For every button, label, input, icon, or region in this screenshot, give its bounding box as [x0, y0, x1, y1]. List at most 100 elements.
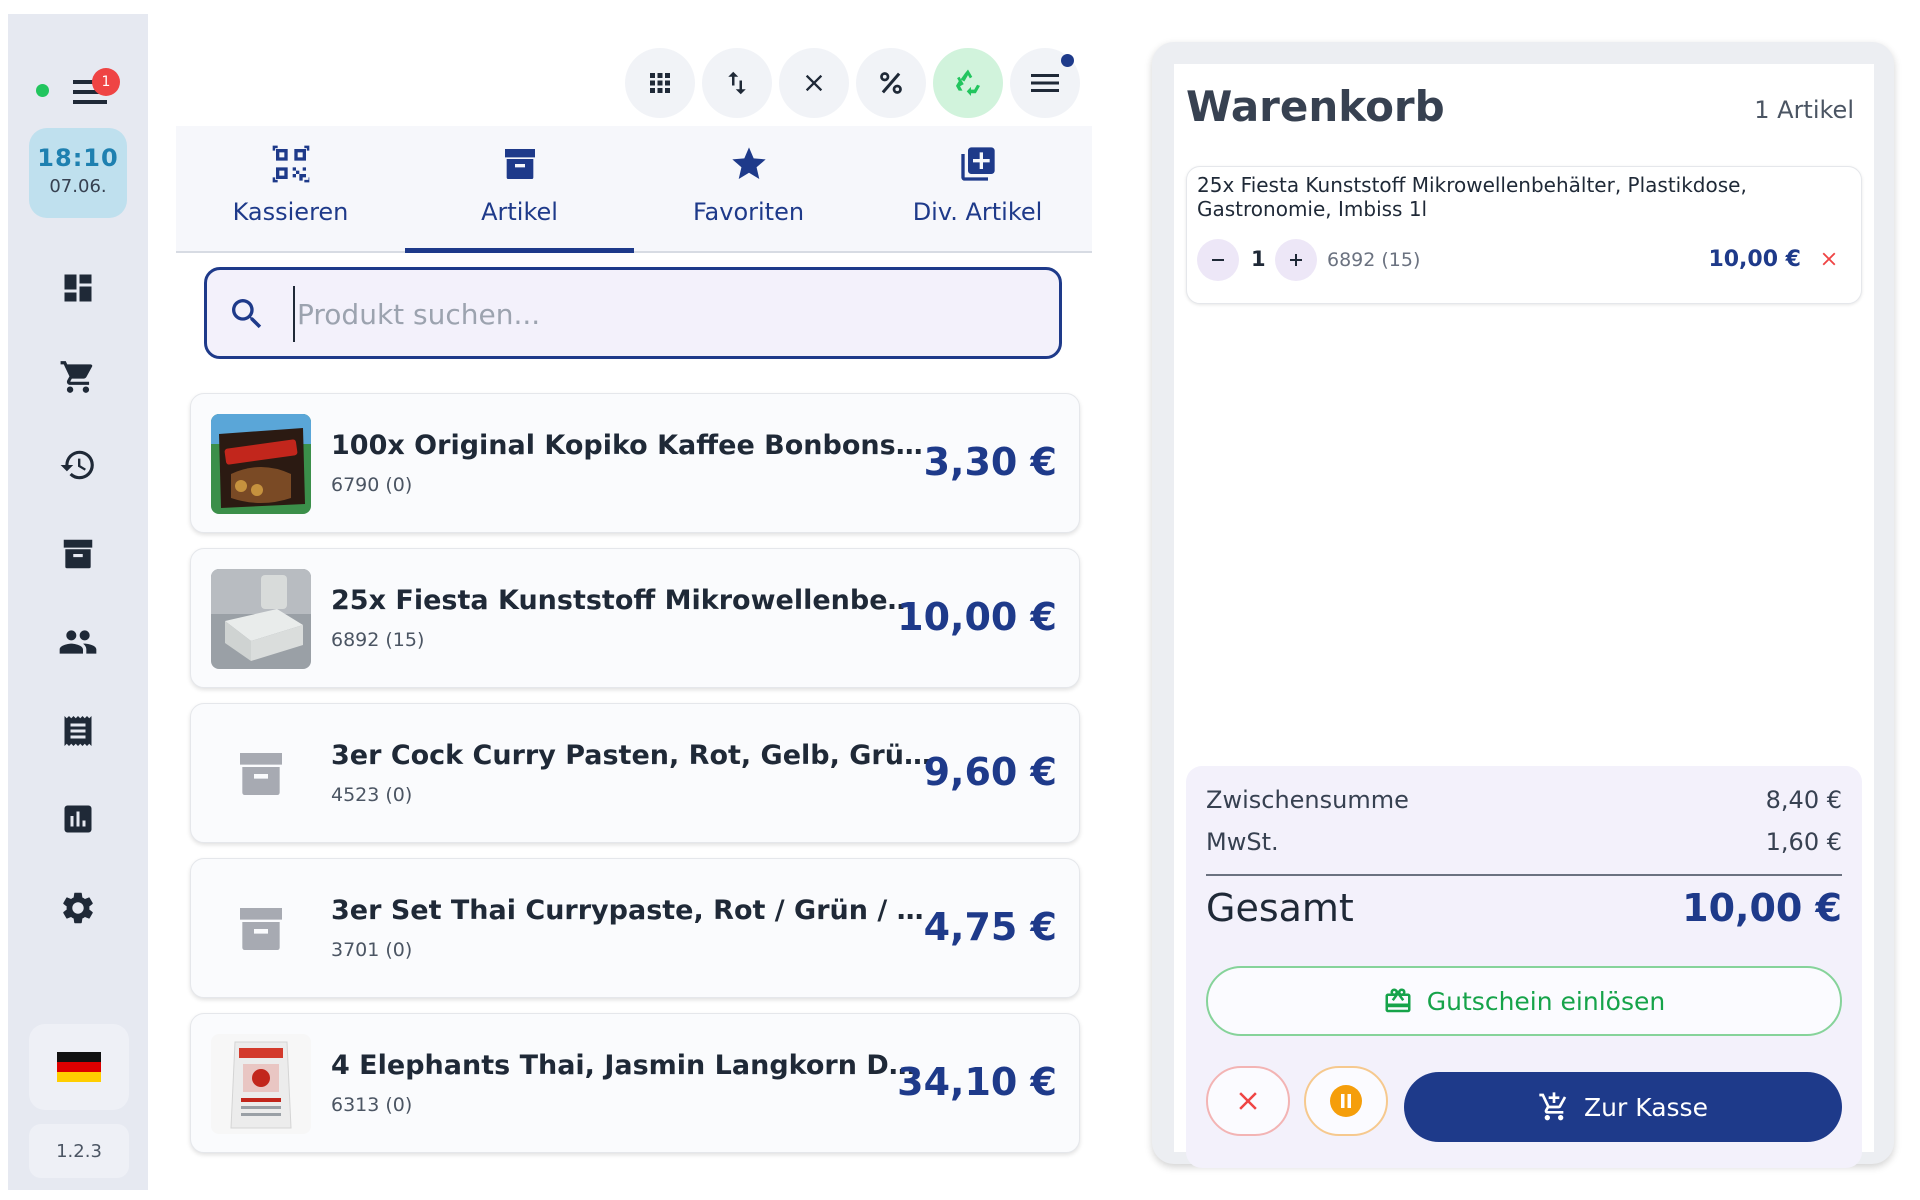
rice-bag-image [211, 1034, 311, 1134]
product-sku-stock: 6892 (15) [331, 629, 425, 651]
search-input[interactable] [293, 286, 1039, 342]
grid-view-button[interactable] [625, 48, 695, 118]
people-icon [59, 630, 97, 654]
cancel-sale-button[interactable] [1206, 1066, 1290, 1136]
product-item[interactable]: 100x Original Kopiko Kaffee Bonbons, Kaf… [190, 393, 1080, 533]
search-icon [232, 299, 262, 329]
cart-content: Warenkorb 1 Artikel 25x Fiesta Kunststof… [1174, 64, 1874, 1168]
sidebar: 1 18:10 07.06. 1.2.3 [8, 14, 148, 1190]
deposit-button[interactable] [933, 48, 1003, 118]
product-thumbnail-container [211, 569, 311, 669]
product-name: 4 Elephants Thai, Jasmin Langkorn Duftre… [331, 1050, 931, 1081]
product-name: 100x Original Kopiko Kaffee Bonbons, Kaf… [331, 430, 931, 461]
receipt-icon [64, 716, 92, 746]
cart-summary: Zwischensumme 8,40 € MwSt. 1,60 € Gesamt… [1186, 766, 1862, 1168]
tab-kassieren[interactable]: Kassieren [176, 126, 405, 251]
product-item[interactable]: 4 Elephants Thai, Jasmin Langkorn Duftre… [190, 1013, 1080, 1153]
recycle-icon [955, 69, 981, 97]
product-name: 3er Cock Curry Pasten, Rot, Gelb, Grün 3… [331, 740, 931, 771]
cart-line-item[interactable]: 25x Fiesta Kunststoff Mikrowellenbehälte… [1186, 166, 1862, 304]
shopping-cart-icon [60, 361, 93, 393]
language-selector[interactable] [29, 1024, 129, 1110]
plus-icon [1290, 254, 1302, 266]
tab-label: Kassieren [232, 198, 349, 226]
tab-label: Artikel [481, 198, 558, 226]
product-item[interactable]: 3er Cock Curry Pasten, Rot, Gelb, Grün 3… [190, 703, 1080, 843]
clock-time: 18:10 [37, 144, 119, 172]
tax-row: MwSt. 1,60 € [1206, 828, 1842, 856]
options-indicator-dot [1061, 54, 1074, 67]
sidebar-item-statistics[interactable] [43, 789, 113, 849]
sidebar-item-settings[interactable] [43, 878, 113, 938]
product-thumbnail-placeholder [211, 879, 311, 979]
cart-item-quantity: 1 [1251, 247, 1266, 271]
options-menu-button[interactable] [1010, 48, 1080, 118]
product-name: 25x Fiesta Kunststoff Mikrowellenbehälte… [331, 585, 931, 616]
product-sku-stock: 3701 (0) [331, 939, 413, 961]
product-price: 10,00 € [897, 595, 1057, 639]
grid-icon [650, 73, 670, 93]
sort-icon [728, 71, 746, 95]
kopiko-candy-image [211, 414, 311, 514]
online-status-dot [36, 84, 49, 97]
product-sku-stock: 4523 (0) [331, 784, 413, 806]
gift-card-icon [1385, 988, 1411, 1013]
cart-item-price: 10,00 € [1708, 247, 1801, 272]
archive-icon [504, 149, 535, 179]
cart-item-sku-stock: 6892 (15) [1327, 249, 1421, 271]
tax-label: MwSt. [1206, 828, 1279, 856]
sidebar-item-articles[interactable] [43, 524, 113, 584]
plastic-container-image [211, 569, 311, 669]
product-price: 3,30 € [923, 440, 1057, 484]
notification-badge: 1 [92, 68, 120, 96]
minus-icon [1212, 259, 1224, 261]
sidebar-item-customers[interactable] [43, 612, 113, 672]
checkout-button[interactable]: Zur Kasse [1404, 1072, 1842, 1142]
tab-artikel[interactable]: Artikel [405, 126, 634, 253]
product-sku-stock: 6790 (0) [331, 474, 413, 496]
cart-panel: Warenkorb 1 Artikel 25x Fiesta Kunststof… [1152, 42, 1894, 1168]
increase-quantity-button[interactable] [1275, 239, 1317, 281]
archive-icon [240, 908, 282, 950]
percent-icon [880, 72, 902, 94]
sidebar-item-history[interactable] [43, 435, 113, 495]
qr-code-icon [272, 145, 309, 183]
close-icon [805, 74, 823, 92]
product-price: 4,75 € [923, 905, 1057, 949]
product-thumbnail-placeholder [211, 724, 311, 824]
checkout-label: Zur Kasse [1584, 1092, 1708, 1122]
close-icon [1822, 252, 1836, 266]
close-icon [1239, 1092, 1257, 1110]
redeem-voucher-button[interactable]: Gutschein einlösen [1206, 966, 1842, 1036]
remove-item-button[interactable] [1815, 245, 1843, 273]
sidebar-item-dashboard[interactable] [43, 258, 113, 318]
tab-div-artikel[interactable]: Div. Artikel [863, 126, 1092, 251]
product-name: 3er Set Thai Currypaste, Rot / Grün / Ge… [331, 895, 931, 926]
product-item[interactable]: 3er Set Thai Currypaste, Rot / Grün / Ge… [190, 858, 1080, 998]
total-label: Gesamt [1206, 886, 1354, 930]
subtotal-value: 8,40 € [1765, 786, 1842, 814]
cart-item-name: 25x Fiesta Kunststoff Mikrowellenbehälte… [1197, 173, 1747, 221]
clear-button[interactable] [779, 48, 849, 118]
product-price: 9,60 € [923, 750, 1057, 794]
clock-widget: 18:10 07.06. [29, 128, 127, 218]
product-thumbnail-rice [211, 1034, 311, 1134]
product-thumbnail-kopiko [211, 414, 311, 514]
sidebar-item-cart[interactable] [43, 347, 113, 407]
product-item[interactable]: 25x Fiesta Kunststoff Mikrowellenbehälte… [190, 548, 1080, 688]
product-sku-stock: 6313 (0) [331, 1094, 413, 1116]
decrease-quantity-button[interactable] [1197, 239, 1239, 281]
product-search-box [204, 267, 1062, 359]
summary-divider [1206, 874, 1842, 876]
park-sale-button[interactable] [1304, 1066, 1388, 1136]
tab-favoriten[interactable]: Favoriten [634, 126, 863, 251]
total-row: Gesamt 10,00 € [1206, 886, 1842, 930]
discount-button[interactable] [856, 48, 926, 118]
sort-button[interactable] [702, 48, 772, 118]
tab-label: Favoriten [692, 198, 805, 226]
product-price: 34,10 € [897, 1060, 1057, 1104]
archive-icon [240, 753, 282, 795]
subtotal-label: Zwischensumme [1206, 786, 1409, 814]
sidebar-item-receipts[interactable] [43, 701, 113, 761]
pause-icon [1330, 1085, 1362, 1117]
